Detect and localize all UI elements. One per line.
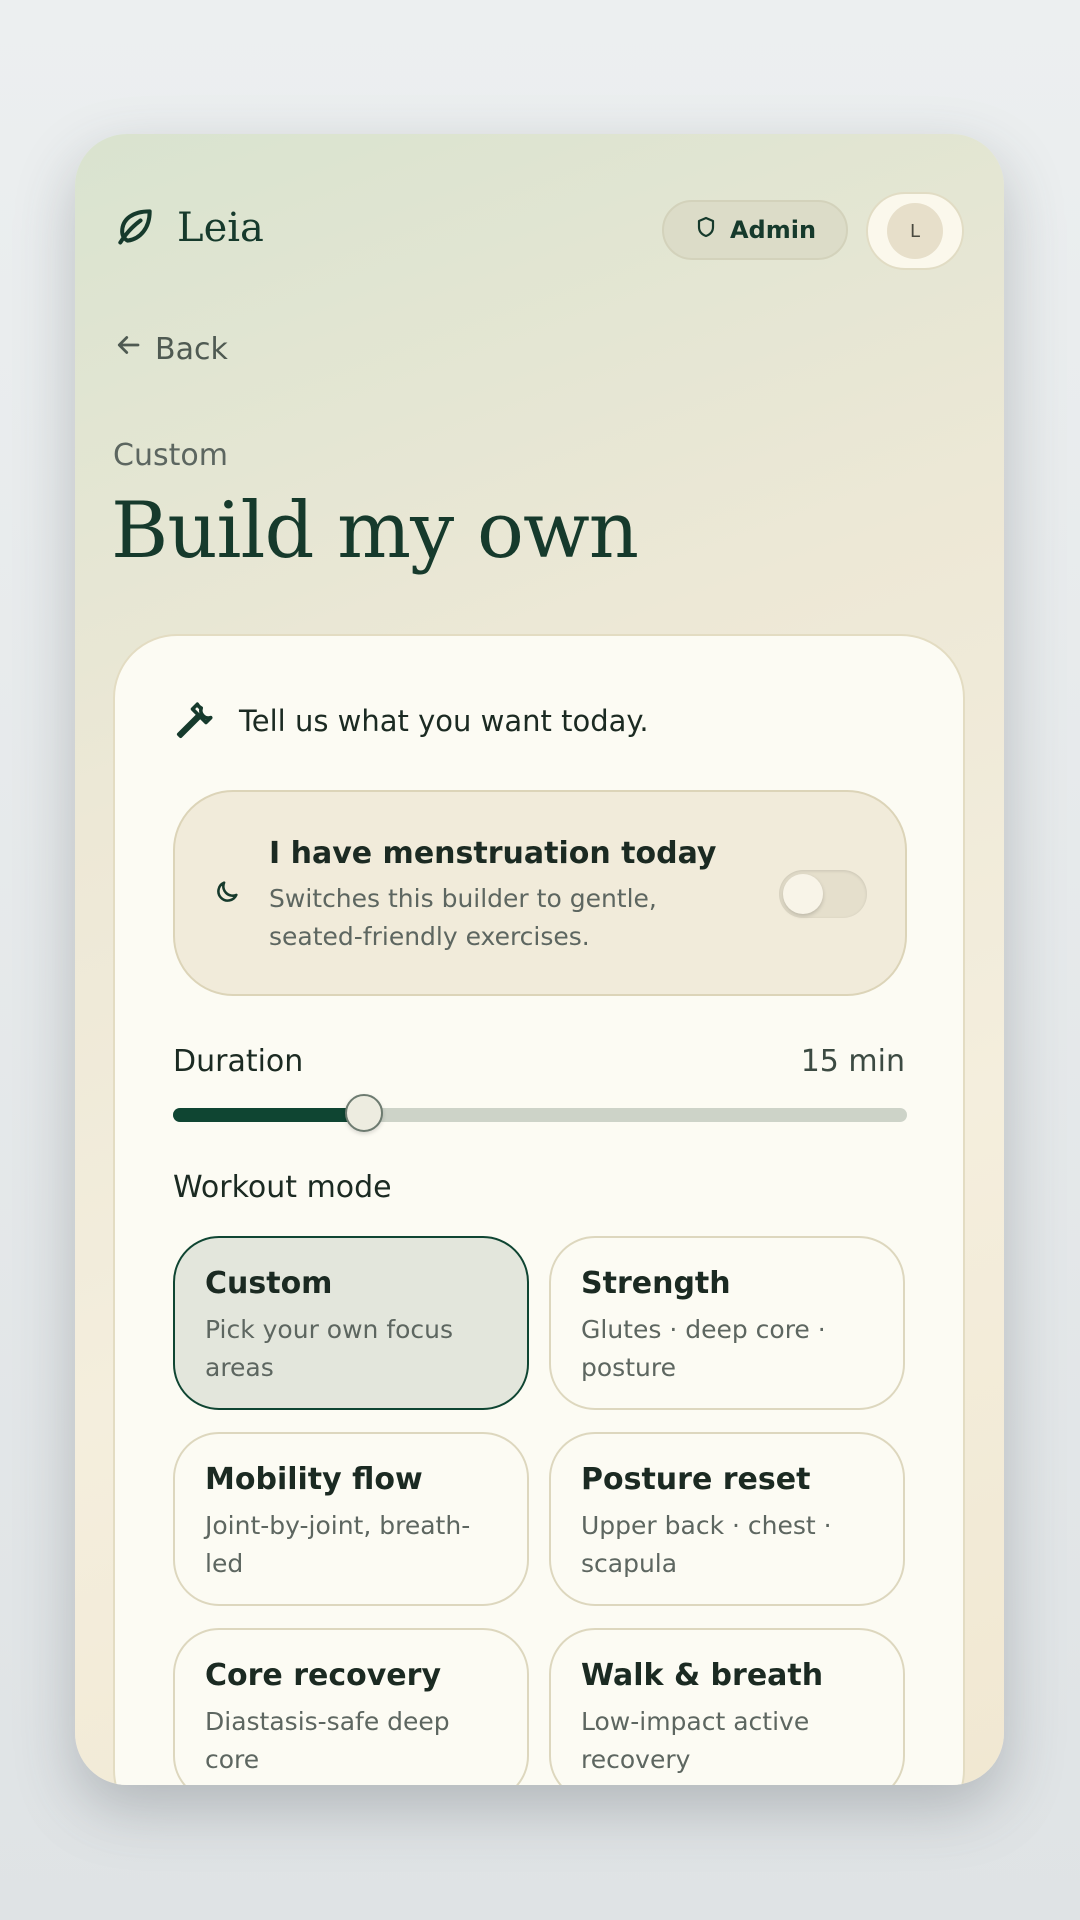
back-label: Back bbox=[155, 331, 228, 367]
workout-mode-label: Workout mode bbox=[173, 1170, 392, 1205]
mode-option-core-recovery[interactable]: Core recovery Diastasis-safe deep core bbox=[173, 1628, 529, 1785]
account-button[interactable]: L bbox=[866, 192, 964, 270]
toggle-knob bbox=[783, 874, 823, 914]
mode-subtitle: Upper back · chest · scapula bbox=[581, 1511, 832, 1578]
mode-subtitle: Joint-by-joint, breath-led bbox=[205, 1511, 471, 1578]
mode-option-posture-reset[interactable]: Posture reset Upper back · chest · scapu… bbox=[549, 1432, 905, 1606]
mode-option-mobility-flow[interactable]: Mobility flow Joint-by-joint, breath-led bbox=[173, 1432, 529, 1606]
mode-title: Posture reset bbox=[581, 1462, 811, 1497]
app-name: Leia bbox=[177, 205, 264, 251]
duration-label: Duration bbox=[173, 1044, 304, 1079]
menstruation-subtitle: Switches this builder to gentle, seated-… bbox=[269, 884, 657, 951]
mode-subtitle: Pick your own focus areas bbox=[205, 1315, 454, 1382]
mode-option-walk-breath[interactable]: Walk & breath Low-impact active recovery bbox=[549, 1628, 905, 1785]
mode-option-strength[interactable]: Strength Glutes · deep core · posture bbox=[549, 1236, 905, 1410]
page-eyebrow: Custom bbox=[113, 438, 228, 473]
menstruation-title: I have menstruation today bbox=[269, 836, 717, 871]
mode-subtitle: Diastasis-safe deep core bbox=[205, 1707, 450, 1774]
leaf-icon bbox=[113, 204, 157, 252]
arrow-left-icon bbox=[113, 330, 155, 368]
builder-card: Tell us what you want today. I have mens… bbox=[113, 634, 965, 1785]
avatar: L bbox=[887, 203, 943, 259]
mode-title: Custom bbox=[205, 1266, 333, 1301]
duration-slider[interactable] bbox=[173, 1094, 907, 1132]
menstruation-row[interactable]: I have menstruation today Switches this … bbox=[173, 790, 907, 996]
brand[interactable]: Leia bbox=[113, 204, 264, 252]
moon-icon bbox=[213, 878, 241, 906]
mode-option-custom[interactable]: Custom Pick your own focus areas bbox=[173, 1236, 529, 1410]
wrench-icon bbox=[173, 696, 219, 746]
back-link[interactable]: Back bbox=[113, 330, 228, 368]
admin-badge-button[interactable]: Admin bbox=[662, 200, 848, 260]
duration-value: 15 min bbox=[800, 1044, 905, 1079]
avatar-initial: L bbox=[909, 220, 921, 242]
menstruation-toggle[interactable] bbox=[779, 870, 867, 918]
duration-slider-fill bbox=[173, 1108, 364, 1122]
mode-subtitle: Low-impact active recovery bbox=[581, 1707, 810, 1774]
intro-text: Tell us what you want today. bbox=[239, 704, 649, 738]
mode-title: Strength bbox=[581, 1266, 731, 1301]
admin-label: Admin bbox=[729, 216, 817, 244]
mode-title: Mobility flow bbox=[205, 1462, 423, 1497]
page-title: Build my own bbox=[111, 486, 639, 576]
app-screen: Leia Admin L Back Custom Build my own Te… bbox=[75, 134, 1004, 1785]
mode-subtitle: Glutes · deep core · posture bbox=[581, 1315, 826, 1382]
top-bar: Leia Admin L bbox=[75, 134, 1004, 324]
builder-intro: Tell us what you want today. bbox=[173, 696, 649, 746]
mode-title: Walk & breath bbox=[581, 1658, 824, 1693]
duration-slider-thumb[interactable] bbox=[344, 1094, 383, 1132]
shield-icon bbox=[694, 215, 730, 245]
mode-title: Core recovery bbox=[205, 1658, 442, 1693]
workout-mode-grid: Custom Pick your own focus areas Strengt… bbox=[173, 1236, 907, 1785]
